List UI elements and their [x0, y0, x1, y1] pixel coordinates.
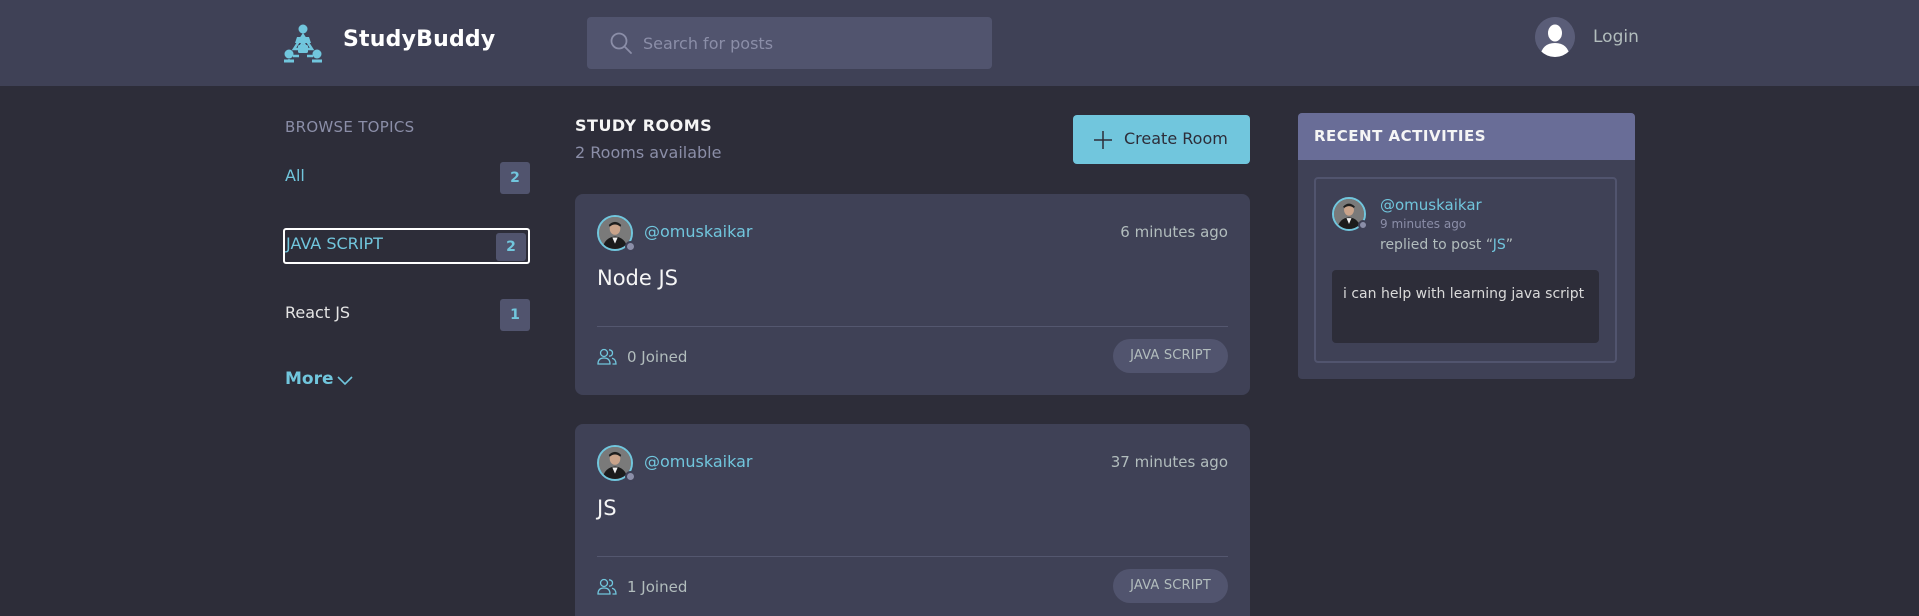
action-text-end: ” [1505, 237, 1513, 253]
activities-header: RECENT ACTIVITIES [1298, 113, 1635, 160]
top-navbar: StudyBuddy Login [0, 0, 1919, 86]
post-link[interactable]: JS [1493, 237, 1506, 253]
room-title[interactable]: JS [597, 496, 617, 520]
topic-label: React JS [285, 303, 351, 322]
activities-title: RECENT ACTIVITIES [1314, 127, 1487, 145]
rooms-count: 2 Rooms available [575, 143, 722, 162]
activity-timestamp: 9 minutes ago [1380, 217, 1467, 231]
activity-user-link[interactable]: @omuskaikar [1380, 196, 1482, 214]
login-link[interactable]: Login [1593, 27, 1639, 47]
status-dot [1358, 220, 1368, 230]
joined-count: 0 Joined [627, 348, 688, 366]
topic-item-react-js[interactable]: React JS 1 [283, 297, 530, 333]
create-room-button[interactable]: Create Room [1073, 115, 1250, 164]
topic-count: 1 [500, 299, 530, 331]
search-input[interactable] [643, 17, 983, 69]
logo-icon[interactable] [283, 23, 323, 63]
topic-tag[interactable]: JAVA SCRIPT [1113, 569, 1228, 603]
room-card[interactable]: @omuskaikar 6 minutes ago Node JS 0 Join… [575, 194, 1250, 395]
search-icon [610, 32, 632, 54]
topic-item-all[interactable]: All 2 [283, 160, 530, 196]
topic-label: JAVA SCRIPT [286, 234, 383, 253]
brand-name[interactable]: StudyBuddy [343, 27, 495, 52]
people-icon [597, 578, 617, 595]
action-text: replied to post “ [1380, 237, 1493, 253]
activity-message: i can help with learning java script [1332, 270, 1599, 343]
sidebar-title: BROWSE TOPICS [285, 118, 415, 136]
activity-action: replied to post “JS” [1380, 237, 1513, 253]
room-host-link[interactable]: @omuskaikar [644, 222, 752, 241]
divider [597, 556, 1228, 557]
people-icon [597, 348, 617, 365]
activity-item: @omuskaikar 9 minutes ago replied to pos… [1314, 177, 1617, 363]
recent-activities-panel: RECENT ACTIVITIES @omuskaikar 9 minutes … [1298, 113, 1635, 379]
topic-count: 2 [496, 233, 526, 261]
more-label: More [285, 369, 334, 389]
create-room-label: Create Room [1124, 129, 1228, 148]
search-bar[interactable] [587, 17, 992, 69]
divider [597, 326, 1228, 327]
room-host-link[interactable]: @omuskaikar [644, 452, 752, 471]
page-title: STUDY ROOMS [575, 116, 713, 135]
status-dot [625, 241, 636, 252]
topic-tag[interactable]: JAVA SCRIPT [1113, 339, 1228, 373]
room-title[interactable]: Node JS [597, 266, 678, 290]
room-timestamp: 37 minutes ago [1110, 453, 1228, 471]
status-dot [625, 471, 636, 482]
more-topics-button[interactable]: More [285, 369, 353, 389]
room-card[interactable]: @omuskaikar 37 minutes ago JS 1 Joined J… [575, 424, 1250, 616]
topic-item-java-script[interactable]: JAVA SCRIPT 2 [283, 228, 530, 264]
joined-count: 1 Joined [627, 578, 688, 596]
plus-icon [1094, 131, 1112, 149]
room-timestamp: 6 minutes ago [1120, 223, 1228, 241]
topic-label: All [285, 166, 305, 185]
user-avatar-icon[interactable] [1535, 17, 1575, 57]
chevron-down-icon [337, 376, 353, 386]
topic-count: 2 [500, 162, 530, 194]
